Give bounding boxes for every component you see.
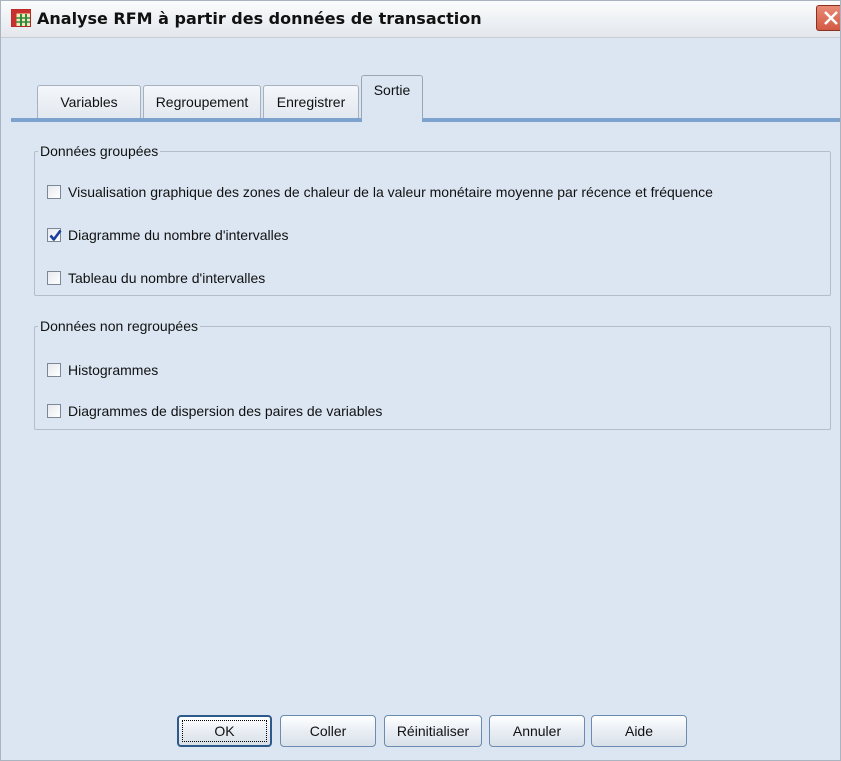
histograms-label: Histogrammes — [68, 362, 159, 378]
scatterplots-label: Diagrammes de dispersion des paires de v… — [68, 403, 383, 419]
heatmap-option-label: Visualisation graphique des zones de cha… — [68, 184, 713, 200]
scatterplots-option[interactable]: Diagrammes de dispersion des paires de v… — [47, 401, 382, 421]
histograms-option[interactable]: Histogrammes — [47, 360, 158, 380]
histograms-checkbox[interactable] — [47, 363, 61, 377]
tab-regroupement[interactable]: Regroupement — [143, 85, 261, 119]
close-button[interactable] — [816, 5, 840, 31]
bin-count-table-checkbox[interactable] — [47, 271, 61, 285]
tab-panel-border — [11, 118, 840, 122]
tab-strip: Variables Regroupement Enregistrer Sorti… — [17, 73, 832, 119]
ungrouped-data-group: Données non regroupées Histogrammes Diag… — [34, 318, 831, 430]
cancel-button[interactable]: Annuler — [489, 715, 585, 747]
title-bar[interactable]: Analyse RFM à partir des données de tran… — [1, 1, 840, 38]
rfm-dialog-window: Analyse RFM à partir des données de tran… — [0, 0, 841, 761]
bin-count-chart-checkbox[interactable] — [47, 228, 62, 242]
reset-button-label: Réinitialiser — [396, 723, 470, 739]
bin-count-chart-label: Diagramme du nombre d'intervalles — [68, 227, 289, 243]
paste-button-label: Coller — [309, 723, 347, 739]
grouped-data-group: Données groupées Visualisation graphique… — [34, 143, 831, 296]
window-title: Analyse RFM à partir des données de tran… — [37, 9, 482, 28]
cancel-button-label: Annuler — [512, 723, 562, 739]
heatmap-option[interactable]: Visualisation graphique des zones de cha… — [47, 182, 713, 202]
scatterplots-checkbox[interactable] — [47, 404, 61, 418]
checkmark-icon — [49, 229, 62, 241]
paste-button[interactable]: Coller — [280, 715, 376, 747]
heatmap-checkbox[interactable] — [47, 185, 61, 199]
help-button[interactable]: Aide — [591, 715, 687, 747]
active-tab-gap — [362, 118, 422, 122]
tab-variables[interactable]: Variables — [37, 85, 141, 119]
ungrouped-data-legend: Données non regroupées — [38, 318, 201, 334]
reset-button[interactable]: Réinitialiser — [384, 715, 482, 747]
bin-count-chart-option[interactable]: Diagramme du nombre d'intervalles — [47, 225, 289, 245]
bin-count-table-option[interactable]: Tableau du nombre d'intervalles — [47, 268, 265, 288]
focus-ring — [182, 720, 267, 742]
close-icon — [824, 11, 838, 25]
spss-table-icon — [11, 9, 31, 27]
tab-sortie[interactable]: Sortie — [361, 75, 423, 119]
grouped-data-legend: Données groupées — [38, 143, 161, 159]
ok-button[interactable]: OK — [177, 715, 272, 747]
bin-count-table-label: Tableau du nombre d'intervalles — [68, 270, 266, 286]
help-button-label: Aide — [624, 723, 654, 739]
tab-enregistrer[interactable]: Enregistrer — [263, 85, 359, 119]
